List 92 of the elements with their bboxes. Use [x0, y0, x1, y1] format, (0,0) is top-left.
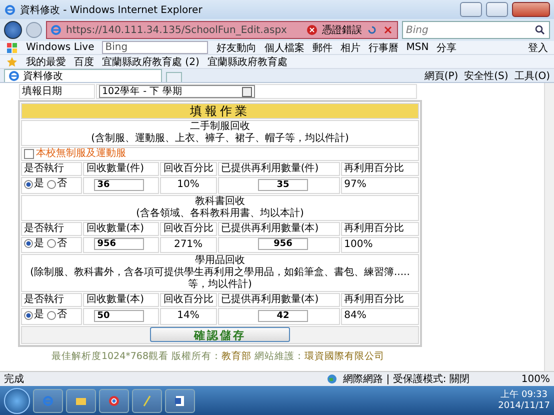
status-text: 完成: [4, 372, 24, 386]
close-button[interactable]: [512, 2, 550, 17]
toolbar-link[interactable]: 相片: [340, 40, 360, 54]
browser-tab[interactable]: 資料修改: [4, 69, 162, 82]
table-cell: 10%: [160, 177, 217, 194]
column-header: 已提供再利用數量(本): [218, 293, 340, 307]
start-button[interactable]: [4, 388, 30, 414]
favorite-link[interactable]: 宜蘭縣政府教育處 (2): [102, 54, 200, 68]
url-text: https://140.111.34.135/SchoolFun_Edit.aspx: [66, 24, 288, 36]
count-field[interactable]: 956: [94, 238, 144, 250]
brand-label[interactable]: Windows Live: [26, 42, 94, 53]
column-header: 已提供再利用數量(件): [218, 162, 340, 176]
command-menu[interactable]: 安全性(S): [464, 69, 508, 83]
command-menu[interactable]: 網頁(P): [424, 69, 458, 83]
toolbar-link[interactable]: 分享: [436, 40, 457, 54]
column-header: 已提供再利用數量(本): [218, 222, 340, 236]
live-search-field[interactable]: Bing: [102, 41, 208, 54]
radio-option[interactable]: 否: [47, 178, 67, 190]
toolbar-link[interactable]: 郵件: [312, 40, 332, 54]
owner-link[interactable]: 教育部: [222, 350, 252, 362]
stop-icon[interactable]: [382, 24, 394, 36]
zone-text: 網際網路 | 受保護模式: 關閉: [343, 372, 470, 386]
back-button[interactable]: [4, 21, 22, 39]
favorites-button[interactable]: 我的最愛: [26, 54, 66, 68]
forward-button[interactable]: [26, 22, 42, 38]
favorite-link[interactable]: 宜蘭縣政府教育處: [207, 54, 288, 68]
column-header: 回收數量(本): [83, 293, 159, 307]
scrollbar[interactable]: [544, 83, 554, 371]
count-field[interactable]: 36: [94, 178, 144, 191]
search-placeholder: Bing: [406, 24, 430, 36]
column-header: 再利用百分比: [341, 162, 419, 176]
sign-in-link[interactable]: 登入: [528, 40, 548, 54]
column-header: 回收數量(件): [83, 162, 159, 176]
reused-field[interactable]: 956: [258, 238, 308, 250]
form-heading: 填報作業: [21, 103, 419, 119]
section-title: 學用品回收 (除制服、教科書外，含各項可提供學生再利用之學用品，如鉛筆盒、書包、練習簿.....等，均以件計): [21, 254, 419, 292]
favorite-link[interactable]: 百度: [74, 54, 94, 68]
table-cell: 84%: [341, 308, 419, 324]
save-button[interactable]: 確認儲存: [150, 326, 290, 342]
column-header: 回收百分比: [160, 222, 217, 236]
column-header: 回收百分比: [160, 162, 217, 176]
footer-text: 最佳解析度1024*768觀看 版權所有：教育部 網站維護：環資國際有限公司: [50, 350, 386, 362]
address-field[interactable]: https://140.111.34.135/SchoolFun_Edit.aspx 憑證錯誤: [46, 21, 398, 39]
window-title: 資料修改 - Windows Internet Explorer: [20, 4, 204, 16]
column-header: 回收數量(本): [83, 222, 159, 236]
count-field[interactable]: 50: [94, 310, 144, 322]
radio-option[interactable]: 否: [47, 309, 67, 321]
search-field[interactable]: Bing: [402, 21, 550, 39]
toolbar-link[interactable]: MSN: [406, 42, 429, 53]
maximize-button[interactable]: [486, 2, 508, 17]
command-menu[interactable]: 工具(O): [514, 69, 550, 83]
radio-option[interactable]: 是: [24, 238, 44, 250]
column-header: 是否執行: [21, 162, 82, 176]
column-header: 再利用百分比: [341, 222, 419, 236]
section-title: 教科書回收 (含各領域、各科教科用書、均以本計): [21, 194, 419, 220]
maintainer-link[interactable]: 環資國際有限公司: [304, 350, 385, 362]
certificate-error-label[interactable]: 憑證錯誤: [322, 23, 362, 37]
column-header: 是否執行: [21, 222, 82, 236]
new-tab-button[interactable]: [166, 72, 182, 82]
table-cell: 97%: [341, 177, 419, 194]
toolbar-link[interactable]: 行事曆: [368, 40, 398, 54]
browser-ball-icon: [108, 394, 120, 406]
taskbar-icon[interactable]: [66, 388, 96, 412]
taskbar-icon[interactable]: [132, 388, 162, 412]
column-header: 是否執行: [21, 293, 82, 307]
clock[interactable]: 上午 09:33 2014/11/17: [498, 390, 550, 412]
field-label: 填報日期: [19, 84, 95, 99]
error-icon: [306, 24, 318, 36]
star-icon[interactable]: [6, 56, 18, 68]
column-header: 回收百分比: [160, 293, 217, 307]
refresh-icon[interactable]: [366, 24, 378, 36]
windows-flag-icon: [6, 42, 18, 54]
globe-icon: [327, 374, 338, 384]
section-title: 二手制服回收 (含制服、運動服、上衣、褲子、裙子、帽子等，均以件計): [21, 120, 419, 146]
reused-field[interactable]: 35: [258, 178, 308, 191]
semester-dropdown[interactable]: 102學年 - 下 學期: [99, 85, 255, 98]
radio-option[interactable]: 否: [47, 238, 67, 250]
toolbar-link[interactable]: 個人檔案: [264, 40, 304, 54]
minimize-button[interactable]: [460, 2, 482, 17]
document-icon: [174, 394, 186, 406]
radio-option[interactable]: 是: [24, 309, 44, 321]
reused-field[interactable]: 42: [258, 310, 308, 322]
table-cell: 100%: [341, 236, 419, 253]
table-cell: 271%: [160, 236, 217, 253]
taskbar-icon[interactable]: [165, 388, 195, 412]
table-cell: 14%: [160, 308, 217, 324]
search-icon[interactable]: [534, 24, 546, 36]
radio-option[interactable]: 是: [24, 178, 44, 190]
toolbar-link[interactable]: 好友動向: [216, 40, 256, 54]
pen-icon: [141, 394, 153, 406]
zoom-control[interactable]: 100%: [521, 374, 550, 384]
column-header: 再利用百分比: [341, 293, 419, 307]
